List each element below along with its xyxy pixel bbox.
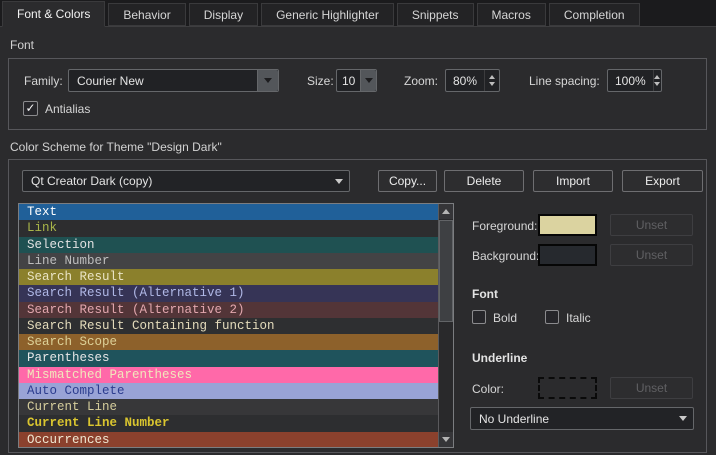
scheme-item-search-result-alternative-1[interactable]: Search Result (Alternative 1): [19, 285, 438, 301]
tab-completion[interactable]: Completion: [549, 3, 640, 26]
scheme-item-current-line[interactable]: Current Line: [19, 399, 438, 415]
unset-foreground-button[interactable]: Unset: [610, 214, 693, 236]
zoom-label: Zoom:: [404, 74, 438, 88]
background-label: Background:: [472, 249, 539, 263]
font-section-label: Font: [472, 287, 498, 301]
chevron-down-icon: [264, 78, 272, 83]
underline-style-combobox[interactable]: No Underline: [470, 407, 694, 430]
underline-section-label: Underline: [472, 351, 527, 365]
color-scheme-group-title: Color Scheme for Theme "Design Dark": [10, 140, 222, 154]
scheme-item-selection[interactable]: Selection: [19, 237, 438, 253]
color-scheme-combobox[interactable]: Qt Creator Dark (copy): [22, 170, 350, 192]
underline-color-swatch[interactable]: [538, 377, 597, 399]
line-spacing-value: 100%: [608, 74, 653, 88]
scheme-item-search-result[interactable]: Search Result: [19, 269, 438, 285]
underline-style-value: No Underline: [471, 412, 673, 426]
arrow-down-icon: [442, 437, 450, 442]
vertical-scrollbar[interactable]: [438, 204, 453, 447]
italic-checkbox[interactable]: [545, 310, 559, 324]
line-spacing-label: Line spacing:: [529, 74, 600, 88]
color-scheme-value: Qt Creator Dark (copy): [23, 174, 329, 188]
font-colors-settings-page: Font & ColorsBehaviorDisplayGeneric High…: [0, 0, 716, 455]
scheme-item-line-number[interactable]: Line Number: [19, 253, 438, 269]
line-spacing-spin-buttons[interactable]: [653, 70, 661, 91]
font-size-combobox[interactable]: 10: [336, 69, 377, 92]
font-family-value: Courier New: [69, 74, 257, 88]
scrollbar-up-button[interactable]: [439, 204, 453, 219]
spin-up-icon: [489, 75, 495, 79]
italic-label: Italic: [566, 311, 591, 325]
tab-snippets[interactable]: Snippets: [397, 3, 474, 26]
import-scheme-button[interactable]: Import: [533, 170, 613, 192]
scrollbar-thumb[interactable]: [439, 220, 453, 322]
font-size-dropdown-button[interactable]: [360, 70, 376, 91]
tab-display[interactable]: Display: [189, 3, 258, 26]
foreground-label: Foreground:: [472, 219, 537, 233]
unset-background-button[interactable]: Unset: [610, 244, 693, 266]
tab-macros[interactable]: Macros: [477, 3, 546, 26]
underline-color-label: Color:: [472, 382, 504, 396]
chevron-down-icon: [365, 78, 373, 83]
scheme-item-search-result-containing-function[interactable]: Search Result Containing function: [19, 318, 438, 334]
antialias-checkbox[interactable]: ✓: [23, 101, 38, 116]
font-group-title: Font: [10, 38, 34, 52]
zoom-spin-buttons[interactable]: [484, 70, 499, 91]
tab-generic-highlighter[interactable]: Generic Highlighter: [261, 3, 394, 26]
scheme-item-parentheses[interactable]: Parentheses: [19, 350, 438, 366]
font-family-dropdown-button[interactable]: [257, 70, 278, 91]
unset-underline-color-button[interactable]: Unset: [610, 377, 693, 399]
antialias-label: Antialias: [45, 102, 90, 116]
zoom-spinbox[interactable]: 80%: [445, 69, 500, 92]
background-color-swatch[interactable]: [538, 244, 597, 266]
scheme-item-text[interactable]: Text: [19, 204, 438, 220]
tab-bar: Font & ColorsBehaviorDisplayGeneric High…: [0, 0, 716, 27]
foreground-color-swatch[interactable]: [538, 214, 597, 236]
font-size-value: 10: [337, 74, 360, 88]
size-label: Size:: [307, 74, 334, 88]
tab-font-colors[interactable]: Font & Colors: [2, 1, 105, 27]
scheme-item-search-result-alternative-2[interactable]: Search Result (Alternative 2): [19, 302, 438, 318]
chevron-down-icon: [329, 171, 349, 191]
line-spacing-spinbox[interactable]: 100%: [607, 69, 662, 92]
delete-scheme-button[interactable]: Delete: [444, 170, 524, 192]
spin-up-icon: [654, 75, 660, 79]
scheme-item-rows: TextLinkSelectionLine NumberSearch Resul…: [19, 204, 438, 447]
tab-behavior[interactable]: Behavior: [108, 3, 185, 26]
scheme-item-mismatched-parentheses[interactable]: Mismatched Parentheses: [19, 367, 438, 383]
scheme-item-auto-complete[interactable]: Auto Complete: [19, 383, 438, 399]
export-scheme-button[interactable]: Export: [622, 170, 703, 192]
spin-down-icon: [654, 82, 660, 86]
spin-down-icon: [489, 82, 495, 86]
family-label: Family:: [24, 74, 63, 88]
scheme-item-link[interactable]: Link: [19, 220, 438, 236]
copy-scheme-button[interactable]: Copy...: [378, 170, 437, 192]
scheme-item-occurrences[interactable]: Occurrences: [19, 432, 438, 447]
bold-label: Bold: [493, 311, 517, 325]
font-family-combobox[interactable]: Courier New: [68, 69, 279, 92]
scheme-item-search-scope[interactable]: Search Scope: [19, 334, 438, 350]
chevron-down-icon: [673, 408, 693, 429]
zoom-value: 80%: [446, 74, 484, 88]
color-scheme-item-list: TextLinkSelectionLine NumberSearch Resul…: [18, 203, 454, 448]
scrollbar-down-button[interactable]: [439, 432, 453, 447]
arrow-up-icon: [442, 209, 450, 214]
scheme-item-current-line-number[interactable]: Current Line Number: [19, 415, 438, 431]
bold-checkbox[interactable]: [472, 310, 486, 324]
